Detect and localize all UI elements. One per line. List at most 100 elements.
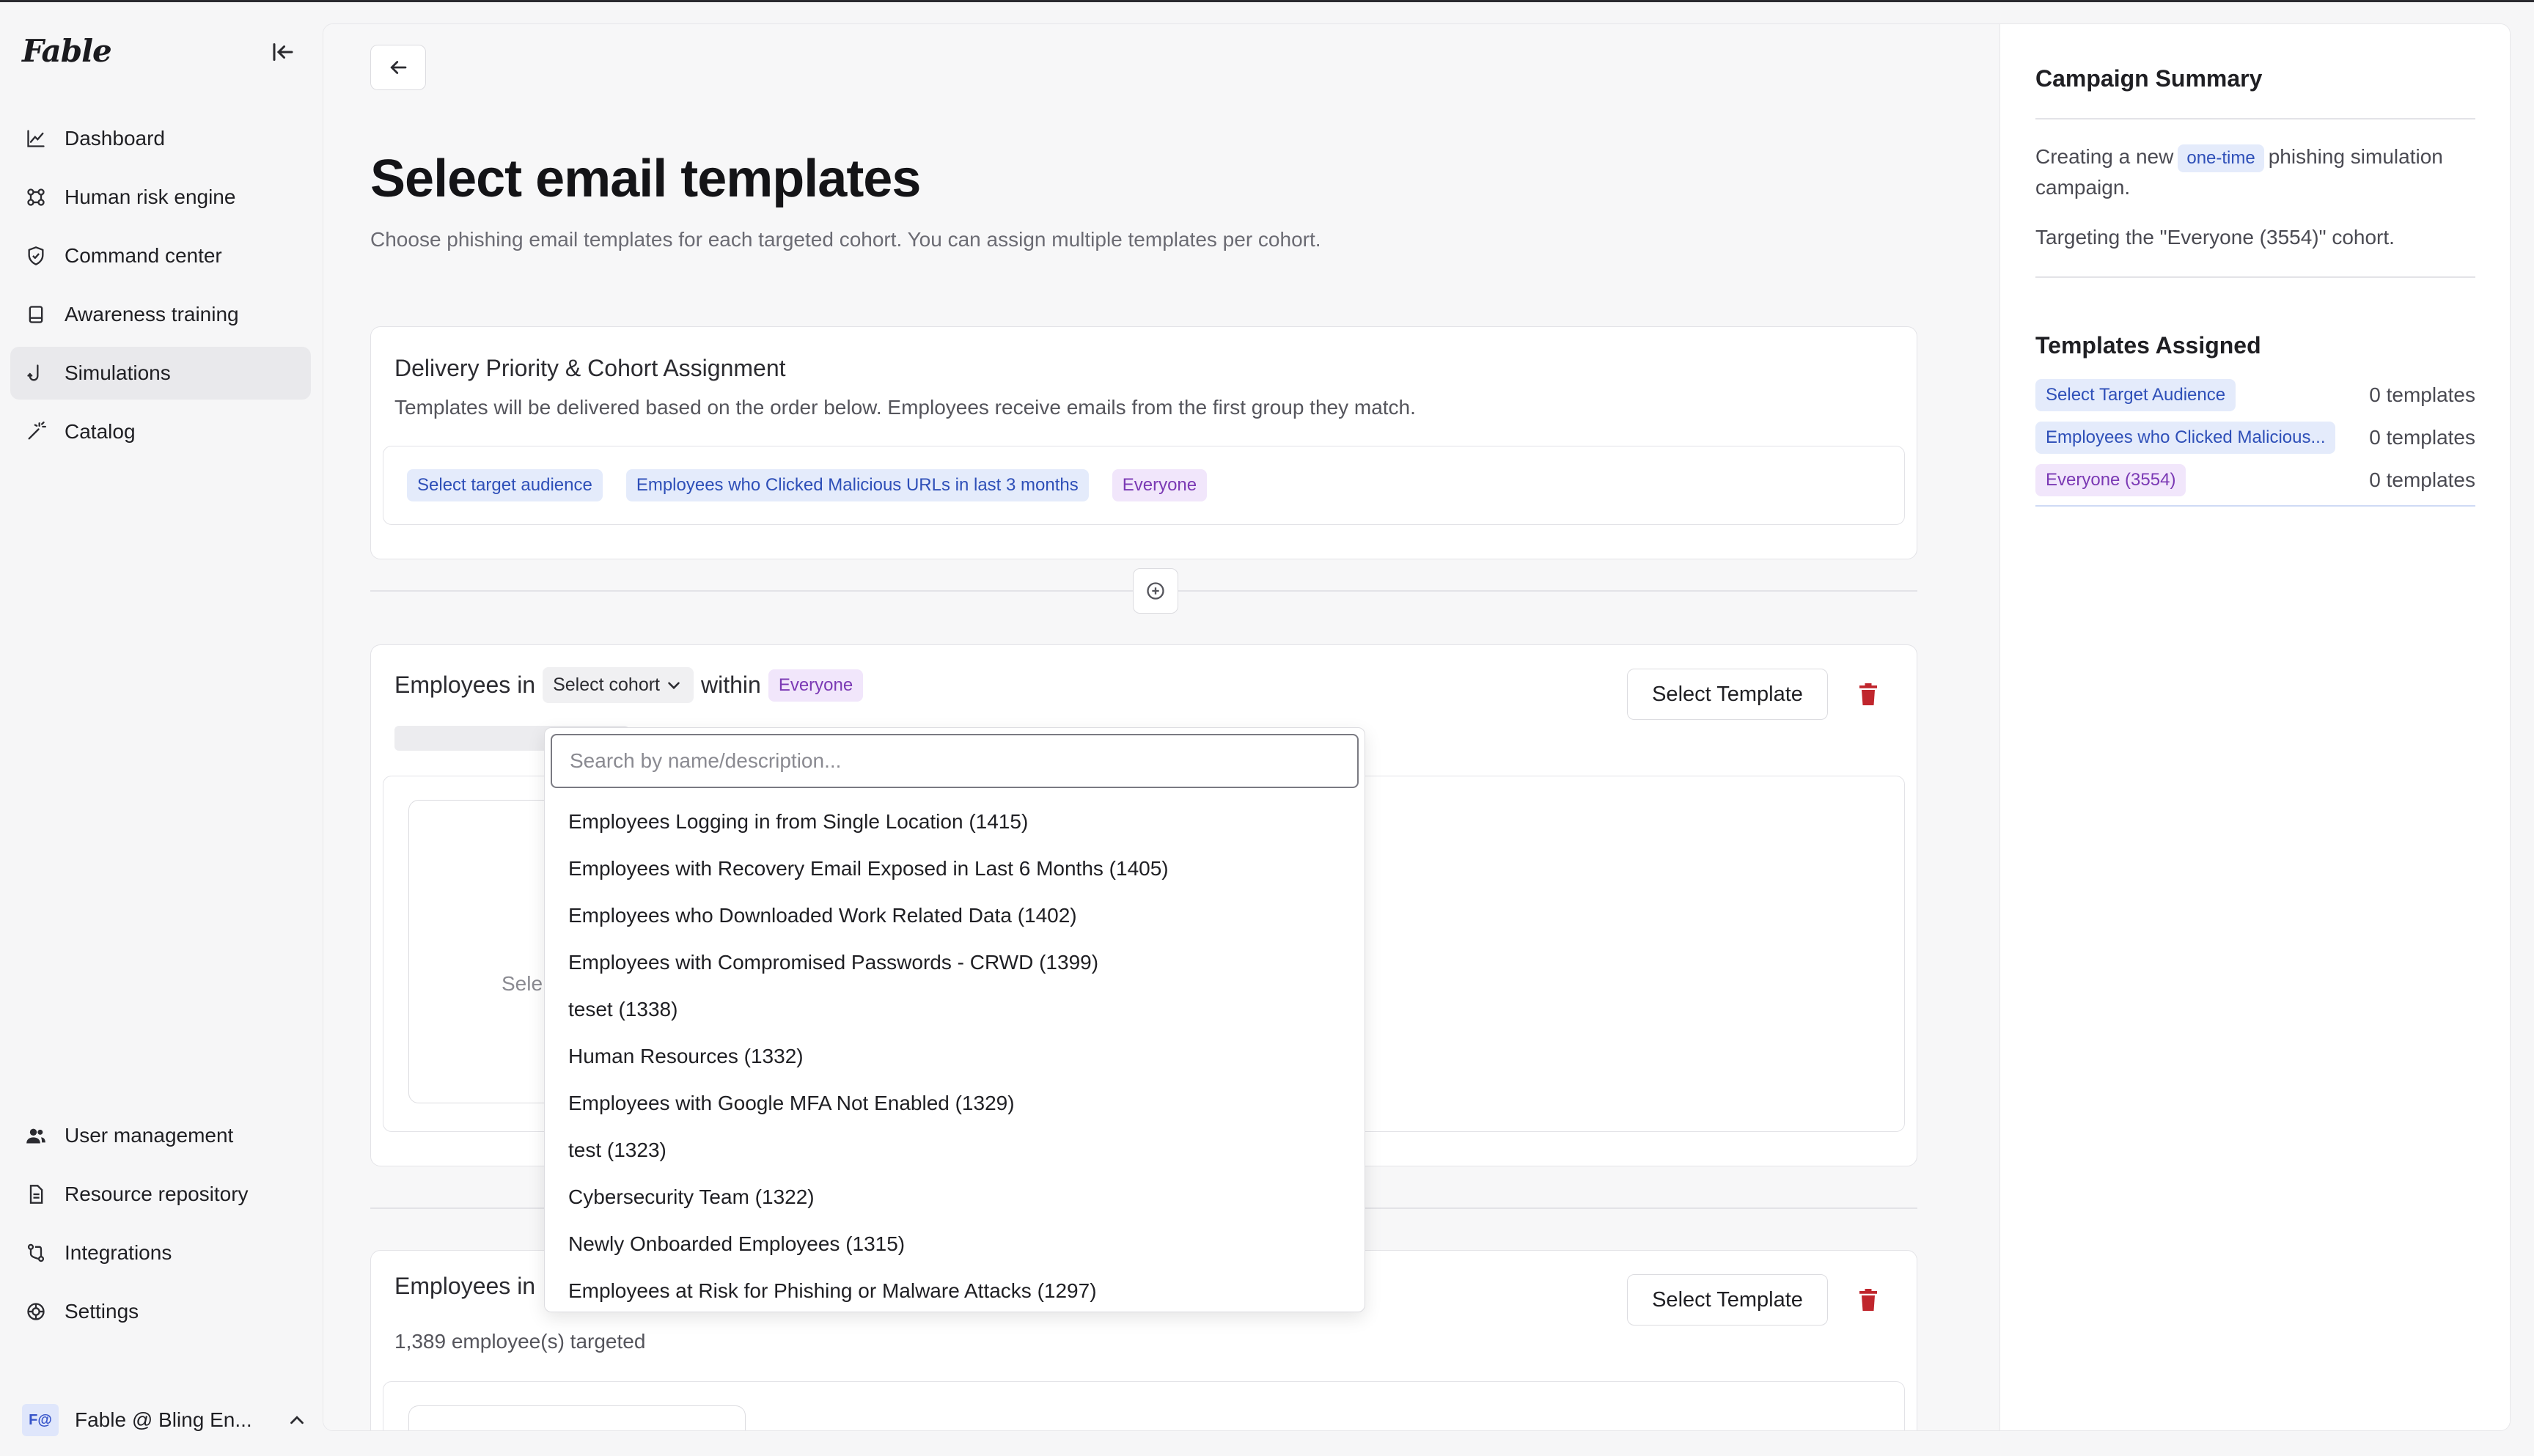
drop-zone-label: Sele (502, 972, 543, 995)
cohort-select-label: Select cohort (553, 674, 661, 695)
cohort-option[interactable]: Employees who Downloaded Work Related Da… (545, 892, 1365, 939)
back-button[interactable] (370, 45, 426, 90)
assigned-cohort-tag: Everyone (3554) (2035, 464, 2186, 496)
plus-circle-icon (1147, 582, 1164, 600)
cohort-within: within (701, 672, 761, 698)
summary-targeting: Targeting the "Everyone (3554)" cohort. (2035, 226, 2395, 249)
gear-icon (25, 1301, 47, 1323)
priority-tag[interactable]: Employees who Clicked Malicious URLs in … (625, 469, 1089, 501)
chart-line-icon (25, 128, 47, 150)
network-icon (25, 186, 47, 208)
priority-tag[interactable]: Everyone (1112, 469, 1208, 501)
sidebar-item-resource-repository[interactable]: Resource repository (10, 1168, 311, 1221)
select-template-button[interactable]: Select Template (1627, 669, 1828, 720)
sidebar-item-user-management[interactable]: User management (10, 1109, 311, 1162)
cohort-search-input[interactable] (551, 734, 1359, 788)
page-subtitle: Choose phishing email templates for each… (370, 228, 1321, 251)
summary-text: Creating a new (2035, 145, 2174, 168)
git-merge-icon (25, 1242, 47, 1264)
assigned-count: 0 templates (2369, 383, 2475, 406)
users-icon (25, 1125, 47, 1147)
add-cohort-button[interactable] (1133, 568, 1178, 614)
summary-divider (2035, 505, 2475, 507)
sidebar-item-command-center[interactable]: Command center (10, 229, 311, 282)
cohort-prefix: Employees in (394, 1273, 536, 1299)
summary-title: Campaign Summary (2035, 65, 2263, 92)
sidebar-item-label: User management (65, 1124, 234, 1147)
cohort-dropdown: Employees Logging in from Single Locatio… (544, 727, 1365, 1312)
trash-icon[interactable] (1855, 680, 1881, 708)
assigned-count: 0 templates (2369, 426, 2475, 449)
sidebar-item-label: Simulations (65, 361, 171, 384)
trash-icon[interactable] (1855, 1286, 1881, 1314)
sidebar: Fable Dashboard Human risk engine Comman… (0, 2, 323, 1456)
delivery-description: Templates will be delivered based on the… (394, 396, 1416, 419)
cohort-scope-tag: Everyone (768, 669, 864, 702)
cohort-option[interactable]: Human Resources (1332) (545, 1033, 1365, 1080)
primary-nav: Dashboard Human risk engine Command cent… (10, 112, 311, 464)
priority-tag-list: Select target audience Employees who Cli… (383, 446, 1905, 525)
sidebar-item-catalog[interactable]: Catalog (10, 405, 311, 458)
assigned-row: Select Target Audience 0 templates (2035, 379, 2475, 411)
book-icon (25, 304, 47, 326)
cohort-option[interactable]: test (1323) (545, 1127, 1365, 1174)
summary-divider (2035, 276, 2475, 278)
sidebar-item-label: Resource repository (65, 1183, 249, 1205)
sidebar-item-label: Settings (65, 1300, 139, 1323)
cohort-option[interactable]: Newly Onboarded Employees (1315) (545, 1221, 1365, 1268)
sidebar-item-label: Dashboard (65, 127, 165, 150)
campaign-type-tag: one-time (2178, 144, 2264, 172)
summary-divider (2035, 118, 2475, 120)
template-drop-zone[interactable] (408, 1405, 746, 1430)
document-icon (25, 1183, 47, 1205)
assigned-count: 0 templates (2369, 468, 2475, 491)
secondary-nav: User management Resource repository Inte… (10, 1109, 311, 1344)
cohort-option[interactable]: Employees with Google MFA Not Enabled (1… (545, 1080, 1365, 1127)
chevron-down-icon (668, 681, 680, 689)
delivery-title: Delivery Priority & Cohort Assignment (394, 355, 786, 381)
sidebar-item-label: Catalog (65, 420, 136, 443)
cohort-option[interactable]: Employees Logging in from Single Locatio… (545, 798, 1365, 845)
sidebar-item-settings[interactable]: Settings (10, 1285, 311, 1338)
assigned-row: Everyone (3554) 0 templates (2035, 464, 2475, 496)
cohort-prefix: Employees in (394, 672, 536, 698)
account-switcher[interactable]: F@ Fable @ Bling En... (22, 1402, 308, 1438)
arrow-left-icon (390, 61, 407, 74)
sidebar-item-awareness-training[interactable]: Awareness training (10, 288, 311, 341)
sidebar-item-human-risk-engine[interactable]: Human risk engine (10, 171, 311, 224)
employees-targeted: 1,389 employee(s) targeted (394, 1330, 646, 1353)
cohort-header: Employees in Select cohort within Everyo… (394, 667, 864, 703)
sidebar-item-integrations[interactable]: Integrations (10, 1227, 311, 1279)
page-title: Select email templates (370, 150, 921, 208)
cohort-option[interactable]: Cybersecurity Team (1322) (545, 1174, 1365, 1221)
assigned-cohort-tag: Select Target Audience (2035, 379, 2236, 411)
fable-logo: Fable (22, 33, 112, 69)
sidebar-item-label: Integrations (65, 1241, 172, 1264)
sidebar-item-label: Awareness training (65, 303, 239, 326)
cohort-option[interactable]: teset (1338) (545, 986, 1365, 1033)
templates-assigned-title: Templates Assigned (2035, 332, 2261, 359)
collapse-sidebar-icon[interactable] (270, 39, 296, 65)
delivery-priority-card: Delivery Priority & Cohort Assignment Te… (370, 326, 1917, 559)
cohort-option[interactable]: Employees with Compromised Passwords - C… (545, 939, 1365, 986)
assigned-row: Employees who Clicked Malicious... 0 tem… (2035, 422, 2475, 454)
cohort-select[interactable]: Select cohort (543, 667, 694, 703)
assigned-cohort-tag: Employees who Clicked Malicious... (2035, 422, 2336, 454)
sidebar-item-dashboard[interactable]: Dashboard (10, 112, 311, 165)
hook-icon (25, 362, 47, 384)
cohort-option-list: Employees Logging in from Single Locatio… (545, 798, 1365, 1312)
select-template-button[interactable]: Select Template (1627, 1274, 1828, 1326)
account-name: Fable @ Bling En... (75, 1408, 252, 1431)
chevron-up-icon (290, 1416, 304, 1424)
sidebar-item-label: Human risk engine (65, 185, 236, 208)
template-area (383, 1381, 1905, 1430)
cohort-option[interactable]: Employees with Recovery Email Exposed in… (545, 845, 1365, 892)
shield-icon (25, 245, 47, 267)
summary-campaign-type: Creating a new one-time phishing simulatio… (2035, 141, 2483, 203)
sidebar-item-simulations[interactable]: Simulations (10, 347, 311, 400)
wand-icon (25, 421, 47, 443)
priority-tag[interactable]: Select target audience (407, 469, 603, 501)
top-border (0, 0, 2534, 2)
cohort-option[interactable]: Employees at Risk for Phishing or Malwar… (545, 1268, 1365, 1312)
campaign-summary-panel: Campaign Summary Creating a new one-time p… (1999, 24, 2510, 1430)
